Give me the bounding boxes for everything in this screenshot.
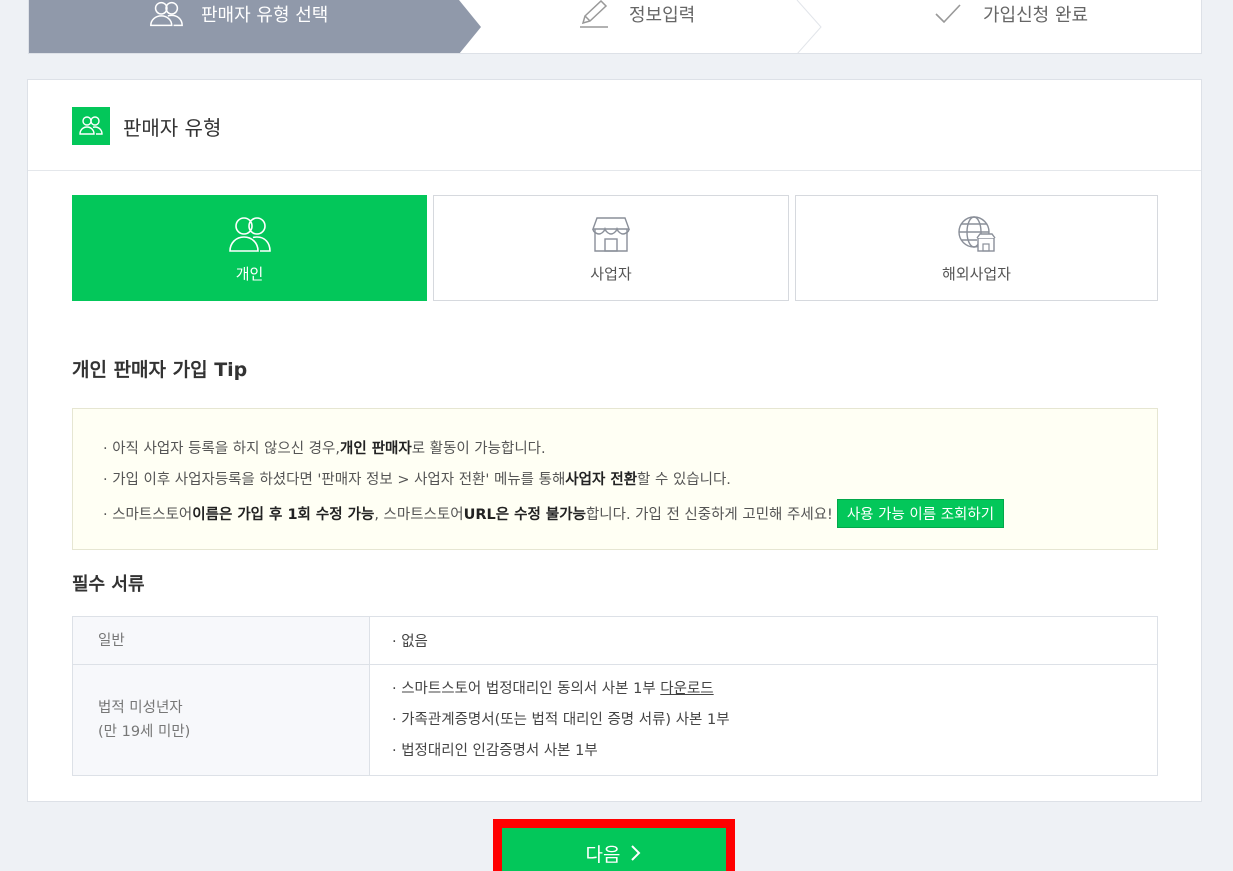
section-title: 판매자 유형 — [123, 116, 222, 140]
type-label: 개인 — [235, 264, 264, 283]
doc-item: · 가족관계증명서(또는 법적 대리인 증명 서류) 사본 1부 — [392, 711, 730, 728]
seller-type-selector: 개인 사업자 해외사업자 — [72, 195, 1158, 301]
step-seller-type: 판매자 유형 선택 — [147, 0, 328, 28]
tip-text: 로 활동이 가능합니다. — [411, 441, 546, 457]
type-overseas-business-button[interactable]: 해외사업자 — [795, 195, 1158, 301]
tip-text: , 스마트스토어 — [374, 507, 464, 523]
tip-text: · 아직 사업자 등록을 하지 않으신 경우, — [103, 441, 340, 457]
download-link[interactable]: 다운로드 — [660, 681, 713, 697]
table-row: 일반 · 없음 — [72, 616, 1158, 665]
check-icon — [929, 0, 967, 29]
tip-text: 할 수 있습니다. — [637, 472, 731, 488]
row-label: 법적 미성년자 (만 19세 미만) — [72, 664, 370, 776]
row-value: · 없음 — [369, 616, 1158, 665]
tip-emphasis: 이름은 가입 후 1회 수정 가능 — [192, 507, 375, 523]
row-value: · 스마트스토어 법정대리인 동의서 사본 1부 다운로드 · 가족관계증명서(… — [369, 664, 1158, 776]
type-individual-button[interactable]: 개인 — [72, 195, 427, 301]
seller-type-card: 판매자 유형 개인 사업자 해외사업자 개인 판매자 가입 Tip · 아직 사… — [27, 79, 1202, 802]
required-docs-title: 필수 서류 — [72, 574, 145, 595]
required-docs-table: 일반 · 없음 법적 미성년자 (만 19세 미만) · 스마트스토어 법정대리… — [72, 616, 1158, 776]
doc-item: · 스마트스토어 법정대리인 동의서 사본 1부 다운로드 — [392, 674, 1157, 705]
step-label: 판매자 유형 선택 — [201, 5, 329, 26]
step-label: 정보입력 — [629, 5, 696, 26]
tip-emphasis: URL은 수정 불가능 — [463, 507, 586, 523]
tip-emphasis: 사업자 전환 — [565, 472, 638, 488]
card-header: 판매자 유형 — [28, 80, 1201, 171]
tip-emphasis: 개인 판매자 — [339, 441, 412, 457]
next-button[interactable]: 다음 — [502, 828, 726, 871]
people-icon — [228, 213, 272, 255]
tip-line: · 아직 사업자 등록을 하지 않으신 경우, 개인 판매자 로 활동이 가능합니… — [103, 437, 546, 458]
signup-step-bar: 판매자 유형 선택 정보입력 가입신청 완료 — [28, 0, 1202, 54]
step-info-input: 정보입력 — [575, 0, 695, 28]
next-button-label: 다음 — [585, 843, 621, 866]
type-label: 해외사업자 — [941, 264, 1011, 283]
row-label: 일반 — [72, 616, 370, 665]
doc-item: · 법정대리인 인감증명서 사본 1부 — [392, 742, 598, 759]
people-icon — [147, 0, 185, 29]
table-row: 법적 미성년자 (만 19세 미만) · 스마트스토어 법정대리인 동의서 사본… — [72, 664, 1158, 776]
tip-text: · 가입 이후 사업자등록을 하셨다면 '판매자 정보 > 사업자 전환' 메뉴… — [103, 472, 566, 488]
step-label: 가입신청 완료 — [983, 5, 1089, 26]
pencil-icon — [575, 0, 613, 29]
row-label-line: 법적 미성년자 — [98, 700, 183, 716]
tip-line: · 스마트스토어 이름은 가입 후 1회 수정 가능, 스마트스토어 URL은 … — [103, 499, 1005, 528]
step-complete: 가입신청 완료 — [929, 0, 1088, 28]
row-label-line: (만 19세 미만) — [98, 724, 191, 740]
doc-item-text: · 스마트스토어 법정대리인 동의서 사본 1부 — [392, 680, 661, 697]
people-icon — [72, 107, 110, 145]
tip-title: 개인 판매자 가입 Tip — [72, 359, 248, 381]
type-business-button[interactable]: 사업자 — [433, 195, 789, 301]
chevron-right-icon — [630, 844, 642, 862]
tip-line: · 가입 이후 사업자등록을 하셨다면 '판매자 정보 > 사업자 전환' 메뉴… — [103, 468, 731, 489]
tip-text: 합니다. 가입 전 신중하게 고민해 주세요! — [585, 507, 833, 523]
tip-box: · 아직 사업자 등록을 하지 않으신 경우, 개인 판매자 로 활동이 가능합니… — [72, 408, 1158, 550]
tip-text: · 스마트스토어 — [103, 507, 193, 523]
globe-store-icon — [956, 213, 998, 255]
store-icon — [590, 213, 632, 255]
check-name-availability-button[interactable]: 사용 가능 이름 조회하기 — [836, 499, 1005, 528]
type-label: 사업자 — [590, 264, 632, 283]
